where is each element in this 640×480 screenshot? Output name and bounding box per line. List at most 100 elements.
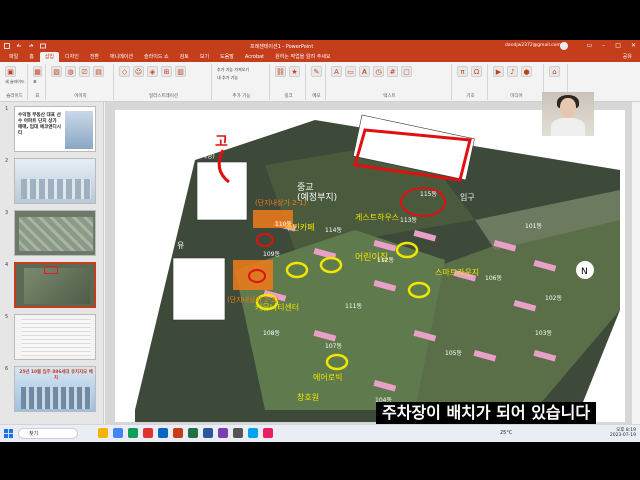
- app-icon[interactable]: [128, 428, 138, 438]
- ribbon-group-addins: 추가 기능 가져오기 내 추가 기능 추가 기능: [214, 64, 270, 100]
- commercial-2-label: (단지내상가 2-2): [227, 295, 279, 304]
- system-clock[interactable]: 오후 8:19 2023-07-19: [610, 427, 636, 438]
- slide-editor[interactable]: N 중교 (예정부지) 어린이집 주민카페 게스트하우스 커뮤니티센터 스마트라운…: [115, 110, 625, 422]
- tab-transitions[interactable]: 전환: [85, 52, 104, 62]
- group-label-links: 링크: [284, 94, 293, 99]
- tab-acrobat[interactable]: Acrobat: [240, 53, 269, 62]
- word-icon[interactable]: [203, 428, 213, 438]
- slide-number-icon[interactable]: #: [387, 66, 398, 77]
- clock-date: 2023-07-19: [609, 433, 636, 438]
- windows-start-icon[interactable]: [4, 429, 13, 438]
- icons-icon[interactable]: ☺: [133, 66, 144, 77]
- group-label-slides: 슬라이드: [6, 94, 23, 99]
- share-button[interactable]: 공유: [623, 53, 632, 62]
- slide-5-table: [21, 319, 91, 357]
- building-108-label: 108동: [263, 330, 280, 337]
- app-icon[interactable]: [143, 428, 153, 438]
- slide-1-photo: [65, 111, 93, 149]
- app-icon[interactable]: [233, 428, 243, 438]
- ribbon-group-media: ▶ ♪ ● 미디어: [490, 64, 544, 100]
- chart-icon[interactable]: ▥: [175, 66, 186, 77]
- comment-icon[interactable]: ✎: [311, 66, 322, 77]
- slide-3-aerial: [19, 217, 93, 251]
- slide-6-buildings: [21, 387, 91, 409]
- slide-3-preview: [14, 210, 96, 256]
- building-101-label: 101동: [525, 223, 542, 230]
- excel-icon[interactable]: [188, 428, 198, 438]
- app-icon[interactable]: [248, 428, 258, 438]
- screenshot-icon[interactable]: ⎚: [79, 66, 90, 77]
- weather-temperature[interactable]: 25°C: [500, 430, 512, 436]
- get-addins-button[interactable]: 추가 기능 가져오기: [214, 67, 269, 73]
- link-icon[interactable]: ⛓: [275, 66, 286, 77]
- date-time-icon[interactable]: ◷: [373, 66, 384, 77]
- online-picture-icon[interactable]: ◍: [65, 66, 76, 77]
- taskbar-search-input[interactable]: 찾기: [18, 428, 78, 439]
- tab-animations[interactable]: 애니메이션: [105, 52, 138, 62]
- object-icon[interactable]: ▢: [401, 66, 412, 77]
- tab-view[interactable]: 보기: [195, 52, 214, 62]
- tab-design[interactable]: 디자인: [60, 52, 84, 62]
- app-icon[interactable]: [263, 428, 273, 438]
- commercial-block-1: [196, 161, 248, 221]
- redo-icon[interactable]: [28, 43, 34, 49]
- slide-thumbnail[interactable]: 1 수익형 부동산 대표 선수 아파트 단지 상가 매매, 임대 에코앤디시티: [4, 106, 102, 154]
- header-footer-icon[interactable]: ▭: [345, 66, 356, 77]
- tab-insert[interactable]: 삽입: [39, 52, 60, 62]
- group-label-media: 미디어: [510, 94, 523, 99]
- wordart-icon[interactable]: 𝐀: [359, 66, 370, 77]
- 3d-model-icon[interactable]: ◈: [147, 66, 158, 77]
- video-icon[interactable]: ▶: [493, 66, 504, 77]
- tab-file[interactable]: 파일: [4, 52, 23, 62]
- tab-help[interactable]: 도움말: [215, 52, 239, 62]
- account-email[interactable]: dandjw2372@gmail.com: [505, 43, 561, 48]
- slide-thumbnail[interactable]: 5: [4, 314, 102, 362]
- slide-number: 1: [5, 106, 9, 112]
- shapes-icon[interactable]: ◇: [119, 66, 130, 77]
- tab-slideshow[interactable]: 슬라이드 쇼: [139, 52, 174, 62]
- acrobat-media-icon[interactable]: ⌂: [549, 66, 560, 77]
- action-icon[interactable]: ★: [289, 66, 300, 77]
- tab-home[interactable]: 홈: [24, 52, 39, 62]
- minimize-icon[interactable]: –: [602, 42, 605, 49]
- table-label: 표: [33, 79, 37, 84]
- entrance-label: 입구: [460, 193, 475, 202]
- smartart-icon[interactable]: ⊞: [161, 66, 172, 77]
- maximize-icon[interactable]: □: [615, 42, 621, 49]
- table-icon[interactable]: ▦: [33, 66, 42, 77]
- commercial-1-label: (단지내상가 2-1): [255, 198, 307, 207]
- photo-album-icon[interactable]: ▤: [93, 66, 104, 77]
- symbol-icon[interactable]: Ω: [471, 66, 482, 77]
- account-avatar[interactable]: [560, 42, 568, 50]
- edge-icon[interactable]: [158, 428, 168, 438]
- slide-2-buildings: [21, 179, 91, 199]
- textbox-icon[interactable]: A: [331, 66, 342, 77]
- building-114-label: 114동: [325, 227, 342, 234]
- save-icon[interactable]: [4, 43, 10, 49]
- file-explorer-icon[interactable]: [98, 428, 108, 438]
- ribbon-display-icon[interactable]: ▭: [587, 42, 593, 49]
- slide-thumbnail[interactable]: 2: [4, 158, 102, 206]
- equation-icon[interactable]: π: [457, 66, 468, 77]
- slide-6-text: 25년 10월 입주 886세대 유치자모 배치: [19, 370, 93, 381]
- slide-1-text: 수익형 부동산 대표 선수 아파트 단지 상가 매매, 임대 에코앤디시티: [18, 113, 61, 136]
- tab-review[interactable]: 검토: [175, 52, 194, 62]
- tell-me-search[interactable]: 원하는 작업을 알려 주세요: [270, 52, 335, 62]
- slide-thumbnail[interactable]: 3: [4, 210, 102, 258]
- slide-thumbnail[interactable]: 6 25년 10월 입주 886세대 유치자모 배치: [4, 366, 102, 414]
- app-icon[interactable]: [218, 428, 228, 438]
- slide-thumbnail-panel: 1 수익형 부동산 대표 선수 아파트 단지 상가 매매, 임대 에코앤디시티 …: [0, 102, 104, 442]
- library-label: 스마트라운지: [435, 268, 479, 277]
- screen-recording-icon[interactable]: ●: [521, 66, 532, 77]
- my-addins-button[interactable]: 내 추가 기능: [214, 75, 269, 81]
- slide-number: 3: [5, 210, 9, 216]
- chrome-icon[interactable]: [113, 428, 123, 438]
- slide-thumbnail-active[interactable]: 4: [4, 262, 102, 310]
- close-icon[interactable]: ✕: [631, 42, 636, 49]
- new-slide-icon[interactable]: ▣: [5, 66, 16, 77]
- audio-icon[interactable]: ♪: [507, 66, 518, 77]
- picture-icon[interactable]: ▨: [51, 66, 62, 77]
- powerpoint-icon[interactable]: [173, 428, 183, 438]
- slideshow-start-icon[interactable]: [40, 43, 46, 49]
- undo-icon[interactable]: [16, 43, 22, 49]
